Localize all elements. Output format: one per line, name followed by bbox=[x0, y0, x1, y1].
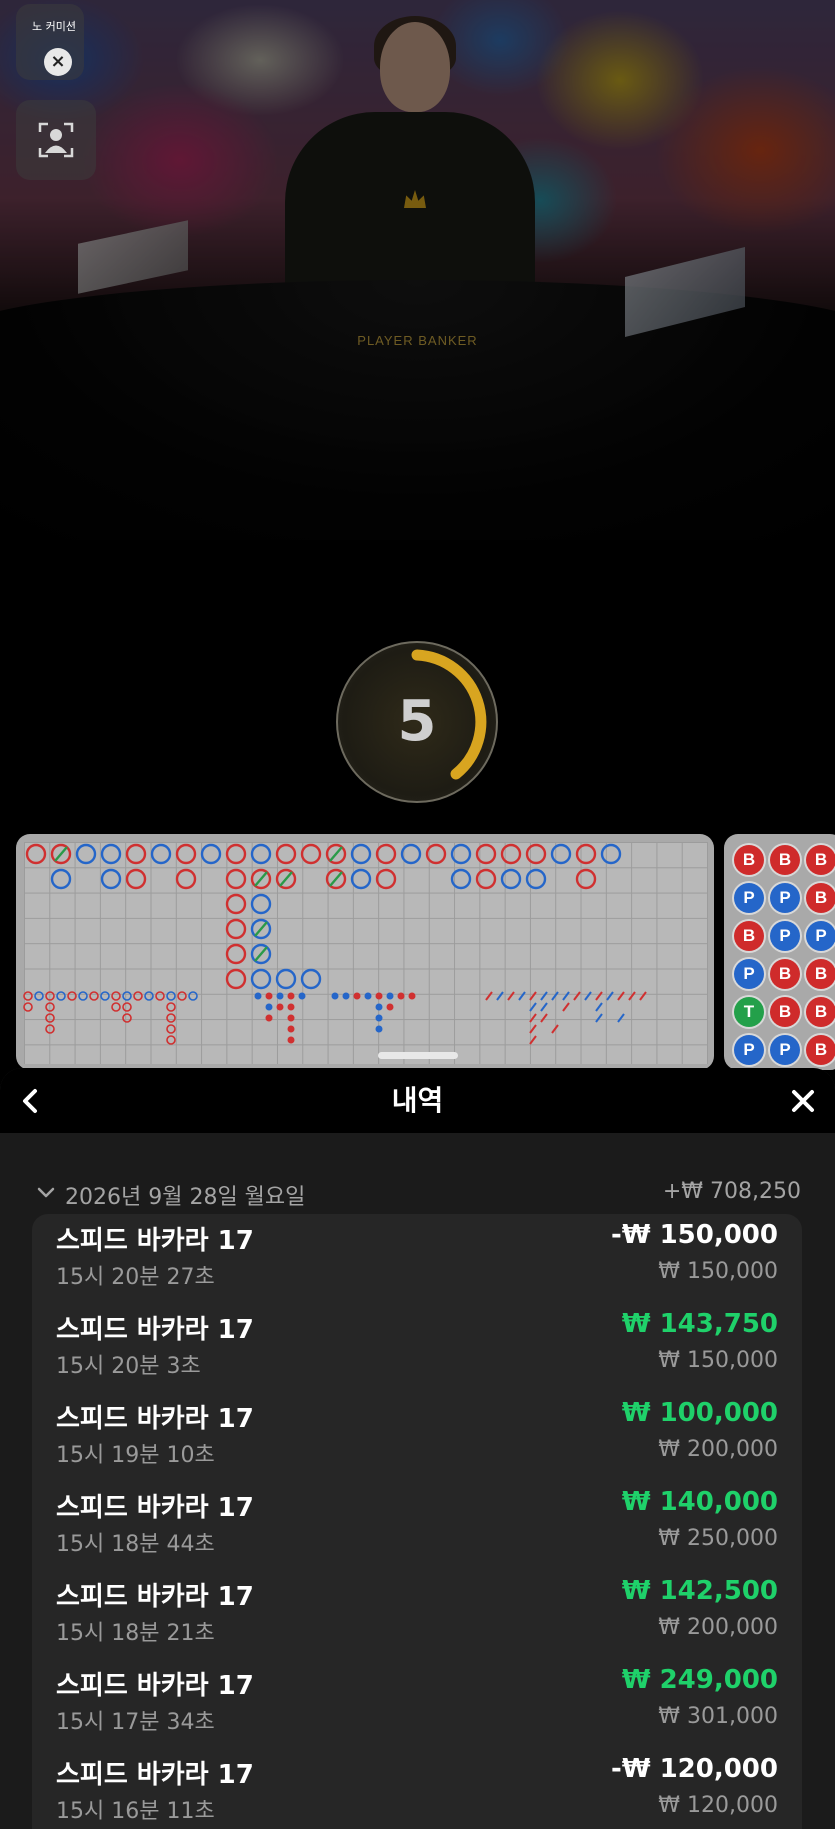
live-video: PLAYER BANKER 노 커미션 × 5 B B B P P B B P … bbox=[0, 0, 835, 1070]
bead-player: P bbox=[734, 883, 764, 913]
countdown-number: 5 bbox=[397, 689, 437, 754]
game-name: 스피드 바카라 17 bbox=[56, 1671, 254, 1701]
game-name: 스피드 바카라 17 bbox=[56, 1404, 254, 1434]
close-icon[interactable]: × bbox=[44, 48, 72, 76]
big-road-scoreboard[interactable] bbox=[16, 834, 714, 1070]
road-marks bbox=[23, 843, 647, 1045]
bead-banker: B bbox=[770, 959, 800, 989]
round-stake: ₩ 150,000 bbox=[658, 1348, 778, 1373]
bead-banker: B bbox=[734, 845, 764, 875]
bead-player: P bbox=[734, 1035, 764, 1065]
round-time: 15시 17분 34초 bbox=[56, 1710, 215, 1735]
game-table bbox=[0, 280, 835, 540]
history-row[interactable]: 스피드 바카라 17 15시 20분 27초 -₩ 150,000 ₩ 150,… bbox=[32, 1214, 802, 1303]
no-commission-button[interactable]: 노 커미션 × bbox=[16, 4, 84, 80]
bead-banker: B bbox=[806, 845, 835, 875]
round-time: 15시 19분 10초 bbox=[56, 1443, 215, 1468]
round-stake: ₩ 150,000 bbox=[658, 1259, 778, 1284]
round-result: ₩ 142,500 bbox=[621, 1576, 778, 1606]
round-time: 15시 18분 44초 bbox=[56, 1532, 215, 1557]
date-label: 2026년 9월 28일 월요일 bbox=[65, 1185, 306, 1210]
round-stake: ₩ 301,000 bbox=[658, 1704, 778, 1729]
date-group-header[interactable]: 2026년 9월 28일 월요일 +₩ 708,250 bbox=[0, 1176, 835, 1216]
game-name: 스피드 바카라 17 bbox=[56, 1226, 254, 1256]
bead-banker: B bbox=[806, 883, 835, 913]
sheet-drag-handle[interactable] bbox=[378, 1052, 458, 1059]
round-result: ₩ 143,750 bbox=[621, 1309, 778, 1339]
bead-banker: B bbox=[806, 1035, 835, 1065]
round-stake: ₩ 120,000 bbox=[658, 1793, 778, 1818]
round-time: 15시 20분 27초 bbox=[56, 1265, 215, 1290]
game-name: 스피드 바카라 17 bbox=[56, 1493, 254, 1523]
chevron-down-icon bbox=[37, 1187, 55, 1198]
close-icon bbox=[792, 1090, 814, 1112]
round-result: ₩ 140,000 bbox=[621, 1487, 778, 1517]
game-name: 스피드 바카라 17 bbox=[56, 1582, 254, 1612]
bead-road-scoreboard[interactable]: B B B P P B B P P P B B T B B P P B bbox=[724, 834, 835, 1070]
history-row[interactable]: 스피드 바카라 17 15시 19분 10초 ₩ 100,000 ₩ 200,0… bbox=[32, 1392, 802, 1481]
avatar-button[interactable] bbox=[16, 100, 96, 180]
game-name: 스피드 바카라 17 bbox=[56, 1315, 254, 1345]
history-sheet: 내역 2026년 9월 28일 월요일 +₩ 708,250 스피드 바카라 1… bbox=[0, 1068, 835, 1829]
round-stake: ₩ 200,000 bbox=[658, 1437, 778, 1462]
round-result: ₩ 100,000 bbox=[621, 1398, 778, 1428]
bead-player: P bbox=[770, 921, 800, 951]
round-result: -₩ 120,000 bbox=[611, 1754, 778, 1784]
bead-player: P bbox=[734, 959, 764, 989]
round-stake: ₩ 250,000 bbox=[658, 1526, 778, 1551]
round-result: ₩ 249,000 bbox=[621, 1665, 778, 1695]
history-list: 스피드 바카라 17 15시 20분 27초 -₩ 150,000 ₩ 150,… bbox=[32, 1214, 802, 1829]
table-layout-text: PLAYER BANKER bbox=[357, 333, 478, 348]
bead-banker: B bbox=[770, 997, 800, 1027]
history-row[interactable]: 스피드 바카라 17 15시 17분 34초 ₩ 249,000 ₩ 301,0… bbox=[32, 1659, 802, 1748]
bead-player: P bbox=[806, 921, 835, 951]
bead-banker: B bbox=[770, 845, 800, 875]
game-name: 스피드 바카라 17 bbox=[56, 1760, 254, 1790]
bead-banker: B bbox=[806, 959, 835, 989]
chevron-left-icon bbox=[23, 1089, 37, 1113]
bead-banker: B bbox=[734, 921, 764, 951]
user-icon bbox=[38, 122, 74, 158]
bead-banker: B bbox=[806, 997, 835, 1027]
sheet-close-button[interactable] bbox=[784, 1082, 822, 1120]
sheet-header: 내역 bbox=[0, 1068, 835, 1133]
bead-player: P bbox=[770, 1035, 800, 1065]
history-row[interactable]: 스피드 바카라 17 15시 20분 3초 ₩ 143,750 ₩ 150,00… bbox=[32, 1303, 802, 1392]
history-row[interactable]: 스피드 바카라 17 15시 16분 11초 -₩ 120,000 ₩ 120,… bbox=[32, 1748, 802, 1829]
round-time: 15시 20분 3초 bbox=[56, 1354, 201, 1379]
bead-player: P bbox=[770, 883, 800, 913]
no-commission-label: 노 커미션 bbox=[32, 20, 76, 33]
countdown-timer: 5 bbox=[336, 641, 498, 803]
round-time: 15시 16분 11초 bbox=[56, 1799, 215, 1824]
dealer-head bbox=[380, 22, 450, 112]
back-button[interactable] bbox=[12, 1082, 50, 1120]
history-row[interactable]: 스피드 바카라 17 15시 18분 21초 ₩ 142,500 ₩ 200,0… bbox=[32, 1570, 802, 1659]
sheet-title: 내역 bbox=[391, 1084, 444, 1117]
round-result: -₩ 150,000 bbox=[611, 1220, 778, 1250]
bead-tie: T bbox=[734, 997, 764, 1027]
round-stake: ₩ 200,000 bbox=[658, 1615, 778, 1640]
history-row[interactable]: 스피드 바카라 17 15시 18분 44초 ₩ 140,000 ₩ 250,0… bbox=[32, 1481, 802, 1570]
round-time: 15시 18분 21초 bbox=[56, 1621, 215, 1646]
date-total: +₩ 708,250 bbox=[662, 1179, 801, 1204]
